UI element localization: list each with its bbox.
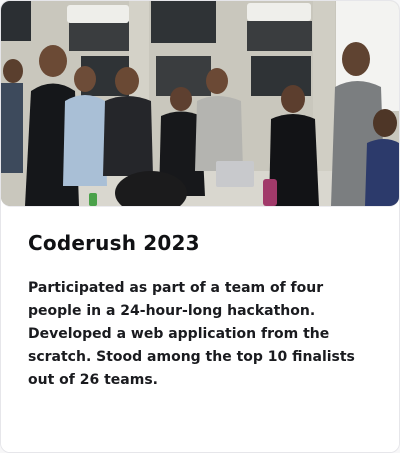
card-description: Participated as part of a team of four p… [28,280,355,388]
event-photo [1,1,399,207]
card-title: Coderush 2023 [28,231,200,255]
card-body: Coderush 2023 Participated as part of a … [1,207,399,452]
project-card: Coderush 2023 Participated as part of a … [0,0,400,453]
event-photo-illustration [1,1,399,206]
